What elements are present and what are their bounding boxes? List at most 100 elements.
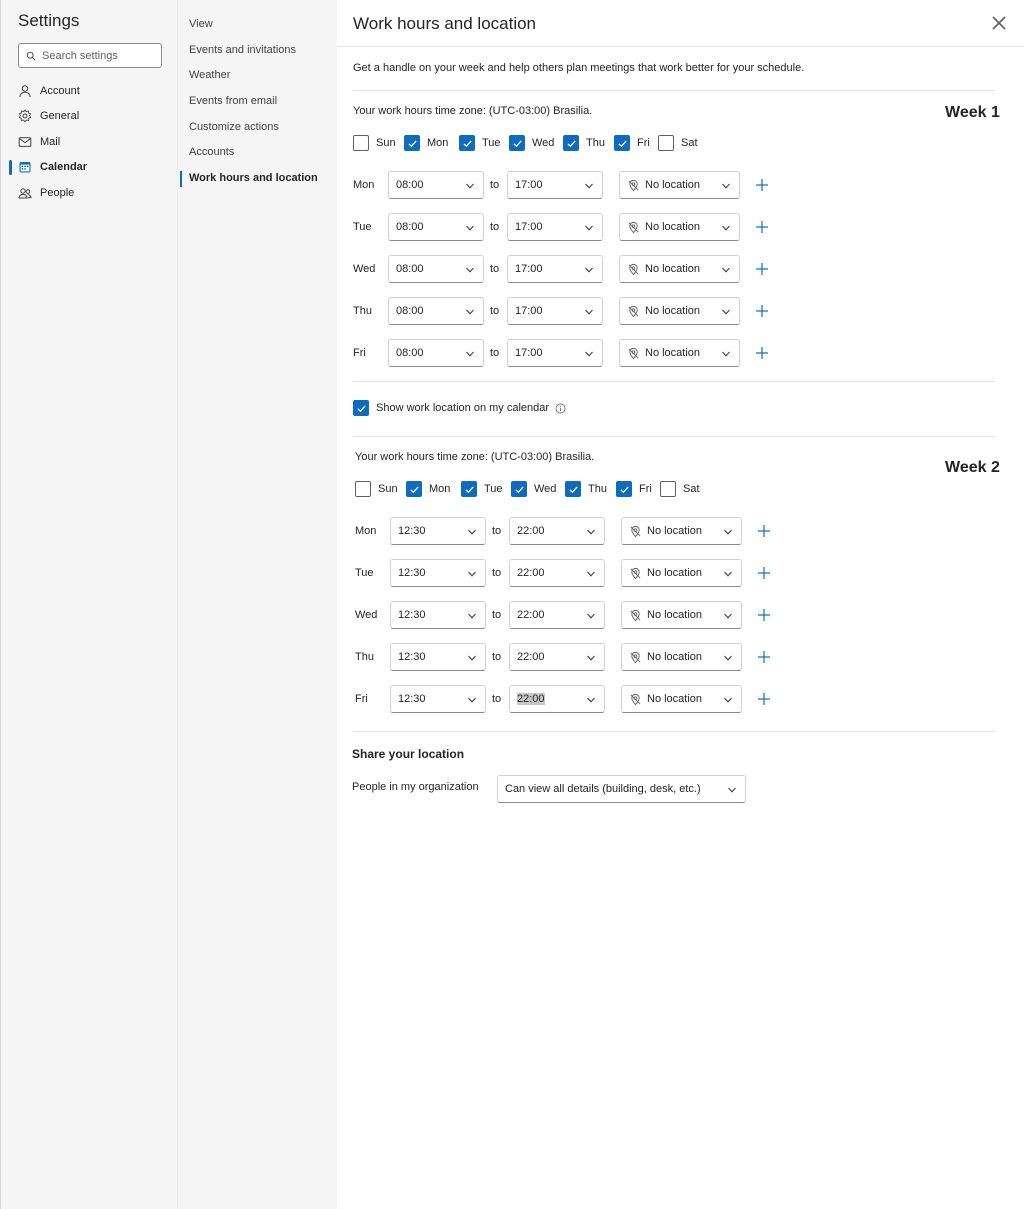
checkbox[interactable] xyxy=(614,135,630,151)
add-location-icon[interactable] xyxy=(755,304,769,318)
start-time-dropdown[interactable]: 08:00 xyxy=(388,171,484,199)
add-location-icon[interactable] xyxy=(755,220,769,234)
subnav-work-hours-and-location[interactable]: Work hours and location xyxy=(189,172,318,184)
end-time-dropdown[interactable]: 22:00 xyxy=(509,643,605,671)
add-location-icon[interactable] xyxy=(755,346,769,360)
location-dropdown[interactable]: No location xyxy=(619,339,740,367)
check-icon xyxy=(566,140,576,147)
checkbox[interactable] xyxy=(509,135,525,151)
category-mail[interactable]: Mail xyxy=(18,132,60,152)
end-time-dropdown[interactable]: 17:00 xyxy=(507,171,603,199)
day-checkbox-sat[interactable]: Sat xyxy=(660,481,700,497)
category-people[interactable]: People xyxy=(18,183,74,203)
category-general[interactable]: General xyxy=(18,106,79,126)
subnav-view[interactable]: View xyxy=(189,18,213,30)
show-location-checkbox[interactable]: Show work location on my calendar xyxy=(353,400,566,416)
subnav-events-and-invitations[interactable]: Events and invitations xyxy=(189,44,296,56)
start-time-dropdown[interactable]: 12:30 xyxy=(390,643,486,671)
day-checkbox-mon[interactable]: Mon xyxy=(406,481,450,497)
add-location-icon[interactable] xyxy=(757,524,771,538)
check-icon xyxy=(617,140,627,147)
checkbox[interactable] xyxy=(355,481,371,497)
location-dropdown[interactable]: No location xyxy=(621,685,742,713)
day-checkbox-tue[interactable]: Tue xyxy=(461,481,503,497)
add-location-icon[interactable] xyxy=(755,262,769,276)
end-time-dropdown[interactable]: 22:00 xyxy=(509,601,605,629)
location-off-icon xyxy=(630,609,641,621)
add-location-icon[interactable] xyxy=(757,692,771,706)
end-time-dropdown[interactable]: 22:00 xyxy=(509,517,605,545)
checkbox[interactable] xyxy=(459,135,475,151)
day-checkbox-sun[interactable]: Sun xyxy=(355,481,398,497)
end-time-dropdown[interactable]: 17:00 xyxy=(507,255,603,283)
checkbox[interactable] xyxy=(658,135,674,151)
add-location-icon[interactable] xyxy=(755,178,769,192)
gear-icon xyxy=(18,109,32,123)
checkbox[interactable] xyxy=(353,400,369,416)
start-time-dropdown[interactable]: 08:00 xyxy=(388,255,484,283)
day-checkbox-wed[interactable]: Wed xyxy=(511,481,556,497)
subnav-accounts[interactable]: Accounts xyxy=(189,146,234,158)
location-dropdown[interactable]: No location xyxy=(619,297,740,325)
row-day-label: Mon xyxy=(353,179,375,191)
location-off-icon xyxy=(630,567,641,579)
day-checkbox-sat[interactable]: Sat xyxy=(658,135,698,151)
checkbox[interactable] xyxy=(511,481,527,497)
subnav-customize-actions[interactable]: Customize actions xyxy=(189,121,279,133)
add-location-icon[interactable] xyxy=(757,650,771,664)
day-checkbox-tue[interactable]: Tue xyxy=(459,135,501,151)
location-dropdown[interactable]: No location xyxy=(619,171,740,199)
subnav-weather[interactable]: Weather xyxy=(189,69,230,81)
checkbox[interactable] xyxy=(353,135,369,151)
end-time-dropdown[interactable]: 17:00 xyxy=(507,339,603,367)
start-time-value: 12:30 xyxy=(398,609,426,621)
start-time-dropdown[interactable]: 12:30 xyxy=(390,601,486,629)
checkbox[interactable] xyxy=(461,481,477,497)
checkbox[interactable] xyxy=(660,481,676,497)
day-checkbox-thu[interactable]: Thu xyxy=(563,135,605,151)
start-time-dropdown[interactable]: 12:30 xyxy=(390,559,486,587)
checkbox[interactable] xyxy=(406,481,422,497)
checkbox[interactable] xyxy=(404,135,420,151)
end-time-dropdown[interactable]: 22:00 xyxy=(509,559,605,587)
category-account[interactable]: Account xyxy=(18,81,80,101)
category-calendar[interactable]: Calendar xyxy=(18,157,87,177)
end-time-value: 17:00 xyxy=(515,179,543,191)
start-time-dropdown[interactable]: 08:00 xyxy=(388,339,484,367)
day-checkbox-fri[interactable]: Fri xyxy=(616,481,652,497)
day-checkbox-thu[interactable]: Thu xyxy=(565,481,607,497)
location-dropdown[interactable]: No location xyxy=(621,601,742,629)
day-checkbox-mon[interactable]: Mon xyxy=(404,135,448,151)
search-box[interactable] xyxy=(18,43,162,68)
close-icon[interactable] xyxy=(990,14,1008,32)
share-location-dropdown[interactable]: Can view all details (building, desk, et… xyxy=(497,775,746,803)
start-time-dropdown[interactable]: 08:00 xyxy=(388,297,484,325)
location-dropdown[interactable]: No location xyxy=(621,517,742,545)
start-time-dropdown[interactable]: 12:30 xyxy=(390,685,486,713)
calendar-subnav-pane: View Events and invitations Weather Even… xyxy=(177,0,337,1209)
day-checkbox-sun[interactable]: Sun xyxy=(353,135,396,151)
day-checkbox-wed[interactable]: Wed xyxy=(509,135,554,151)
end-time-dropdown[interactable]: 17:00 xyxy=(507,213,603,241)
add-location-icon[interactable] xyxy=(757,608,771,622)
checkbox[interactable] xyxy=(563,135,579,151)
checkbox[interactable] xyxy=(565,481,581,497)
location-dropdown[interactable]: No location xyxy=(619,255,740,283)
end-time-dropdown[interactable]: 22:00 xyxy=(509,685,605,713)
day-checkbox-fri[interactable]: Fri xyxy=(614,135,650,151)
start-time-dropdown[interactable]: 12:30 xyxy=(390,517,486,545)
checkbox[interactable] xyxy=(616,481,632,497)
location-dropdown[interactable]: No location xyxy=(621,643,742,671)
end-time-dropdown[interactable]: 17:00 xyxy=(507,297,603,325)
subnav-events-from-email[interactable]: Events from email xyxy=(189,95,277,107)
location-dropdown[interactable]: No location xyxy=(621,559,742,587)
add-location-icon[interactable] xyxy=(757,566,771,580)
location-off-icon xyxy=(628,221,639,233)
location-dropdown[interactable]: No location xyxy=(619,213,740,241)
info-icon[interactable] xyxy=(555,403,566,414)
day-checkbox-label: Tue xyxy=(484,483,503,495)
search-input[interactable] xyxy=(42,49,152,62)
row-day-label: Wed xyxy=(355,609,378,621)
location-off-icon xyxy=(628,263,639,275)
start-time-dropdown[interactable]: 08:00 xyxy=(388,213,484,241)
